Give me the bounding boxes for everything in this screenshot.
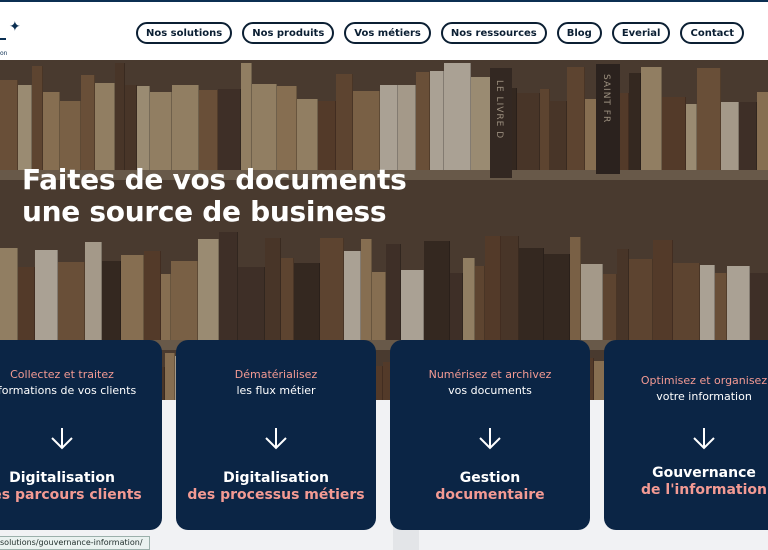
card-line-2: informations de vos clients — [0, 384, 137, 397]
card-title: Digitalisation — [223, 470, 329, 486]
card-line-1: Dématérialisez — [234, 368, 318, 381]
card-gestion-documentaire[interactable]: Numérisez et archivez vos documents Gest… — [390, 340, 590, 530]
star-icon: ✦ — [9, 19, 21, 35]
arrow-down-icon — [479, 428, 501, 450]
nav-vos-metiers[interactable]: Vos métiers — [344, 22, 431, 44]
nav-contact[interactable]: Contact — [680, 22, 745, 44]
nav-nos-produits[interactable]: Nos produits — [242, 22, 335, 44]
arrow-down-icon — [265, 428, 287, 450]
card-subtitle: documentaire — [435, 487, 545, 503]
hero-title-line-1: Faites de vos documents — [22, 163, 407, 196]
card-line-2: votre information — [656, 390, 752, 403]
card-title: Gouvernance — [652, 465, 756, 481]
logo-tagline: on — [0, 50, 8, 57]
nav-nos-solutions[interactable]: Nos solutions — [136, 22, 233, 44]
logo-bar — [0, 38, 6, 40]
card-subtitle: des parcours clients — [0, 487, 142, 503]
card-subtitle: de l'information — [641, 482, 767, 498]
site-header: ✦ on Nos solutions Nos produits Vos méti… — [0, 2, 768, 60]
card-line-1: Collectez et traitez — [10, 368, 114, 381]
nav-everial[interactable]: Everial — [611, 22, 671, 44]
hero-title: Faites de vos documents une source de bu… — [22, 164, 482, 228]
nav-nos-ressources[interactable]: Nos ressources — [440, 22, 547, 44]
logo[interactable]: ✦ on — [0, 16, 30, 57]
hero-title-line-2: une source de business — [22, 195, 387, 228]
arrow-down-icon — [51, 428, 73, 450]
card-processus-metiers[interactable]: Dématérialisez les flux métier Digitalis… — [176, 340, 376, 530]
card-title: Gestion — [459, 470, 521, 486]
card-line-2: vos documents — [448, 384, 532, 397]
card-line-2: les flux métier — [236, 384, 316, 397]
card-gouvernance-information[interactable]: Optimisez et organisez votre information… — [604, 340, 768, 530]
card-title: Digitalisation — [9, 470, 115, 486]
main-nav: Nos solutions Nos produits Vos métiers N… — [136, 22, 745, 46]
card-parcours-clients[interactable]: Collectez et traitez informations de vos… — [0, 340, 162, 530]
card-line-1: Numérisez et archivez — [428, 368, 552, 381]
card-subtitle: des processus métiers — [187, 487, 365, 503]
nav-blog[interactable]: Blog — [556, 22, 602, 44]
arrow-down-icon — [693, 428, 715, 450]
card-line-1: Optimisez et organisez — [640, 374, 768, 387]
status-bar-url: solutions/gouvernance-information/ — [0, 536, 150, 550]
